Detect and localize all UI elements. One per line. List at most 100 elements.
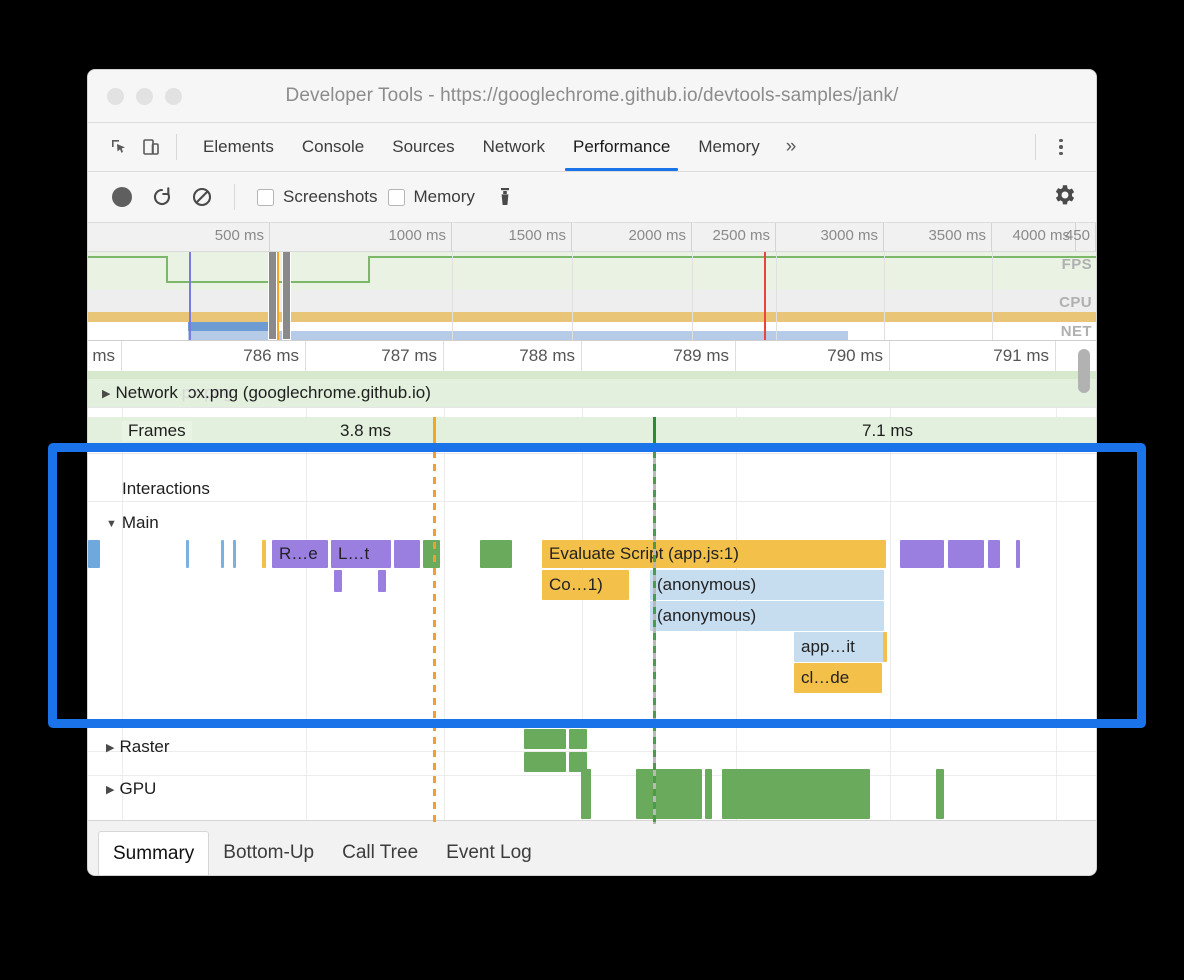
frames-row[interactable] (88, 417, 1096, 451)
flame-bar[interactable] (394, 540, 420, 568)
flame-bar[interactable] (233, 540, 236, 568)
window-title: Developer Tools - https://googlechrome.g… (285, 85, 899, 106)
gpu-bar[interactable] (936, 769, 944, 819)
flame-bar-anonymous-2[interactable]: (anonymous) (650, 601, 884, 631)
raster-bar[interactable] (569, 729, 587, 749)
flame-bar[interactable] (883, 632, 887, 662)
timeline-overview[interactable]: 500 ms 1000 ms 1500 ms 2000 ms 2500 ms 3… (88, 223, 1096, 341)
gpu-bar[interactable] (722, 769, 870, 819)
network-expand-arrow[interactable]: ▶ (102, 387, 110, 400)
flame-bar[interactable] (423, 540, 440, 568)
reload-and-record-icon[interactable] (142, 177, 182, 217)
minimize-button[interactable] (136, 87, 153, 105)
flame-bar[interactable] (221, 540, 224, 568)
detail-scrollbar-thumb[interactable] (1078, 349, 1090, 393)
timeline-detail[interactable]: ms 786 ms 787 ms 788 ms 789 ms 790 ms 79… (88, 341, 1096, 824)
main-collapse-arrow[interactable]: ▼ (106, 518, 117, 530)
toolbar-divider-2 (234, 184, 235, 210)
flame-bar[interactable] (900, 540, 944, 568)
row-label-frames[interactable]: Frames (122, 421, 192, 441)
flame-bar[interactable] (378, 570, 386, 592)
screenshots-checkbox-box[interactable] (257, 188, 274, 206)
devtools-window: Developer Tools - https://googlechrome.g… (88, 70, 1096, 875)
flame-bar[interactable] (480, 540, 512, 568)
gpu-expand-arrow[interactable]: ▶ (106, 783, 114, 796)
event-marker-orange (433, 451, 436, 824)
overview-lanes: FPS CPU NET (88, 252, 1096, 340)
zoom-button[interactable] (165, 87, 182, 105)
detail-tick-6: 791 ms (993, 346, 1049, 365)
kebab-menu-icon[interactable] (1048, 138, 1074, 156)
onload-marker (764, 252, 766, 340)
flame-bar-label: app…it (801, 637, 855, 656)
capture-settings-icon[interactable] (1052, 182, 1078, 213)
flame-bar[interactable] (186, 540, 189, 568)
flame-bar-anonymous-1[interactable]: (anonymous) (650, 570, 884, 600)
clear-recording-icon[interactable] (182, 177, 222, 217)
tab-bottom-up[interactable]: Bottom-Up (209, 831, 328, 875)
flame-bar[interactable] (88, 540, 100, 568)
fcp-marker (277, 252, 279, 340)
close-button[interactable] (107, 87, 124, 105)
row-label-network[interactable]: ▶ Network (102, 383, 180, 403)
frame-marker-green (653, 417, 656, 451)
detail-ruler: ms 786 ms 787 ms 788 ms 789 ms 790 ms 79… (88, 341, 1096, 372)
flame-bar-app-init[interactable]: app…it (794, 632, 884, 662)
detail-tick-2: 787 ms (381, 346, 437, 365)
network-row-band (88, 371, 1096, 379)
gpu-bar[interactable] (705, 769, 712, 819)
flame-bar-evaluate-script[interactable]: Evaluate Script (app.js:1) (542, 540, 886, 568)
event-marker-green (653, 451, 656, 824)
flame-bar[interactable] (262, 540, 266, 568)
overview-tick-2: 1500 ms (508, 227, 566, 244)
gpu-bar[interactable] (581, 769, 591, 819)
flame-bar[interactable] (1016, 540, 1020, 568)
raster-bar[interactable] (524, 752, 566, 772)
screenshots-checkbox[interactable]: Screenshots (257, 187, 378, 207)
tab-console[interactable]: Console (288, 123, 378, 171)
tab-event-log[interactable]: Event Log (432, 831, 546, 875)
flame-bar[interactable] (334, 570, 342, 592)
row-label-gpu[interactable]: ▶ GPU (106, 779, 156, 799)
flame-bar-classify-code[interactable]: cl…de (794, 663, 882, 693)
detail-tick-3: 788 ms (519, 346, 575, 365)
flame-bar-rendering-2[interactable]: L…t (331, 540, 391, 568)
toolbar-divider (176, 134, 177, 160)
raster-expand-arrow[interactable]: ▶ (106, 741, 114, 754)
tab-summary[interactable]: Summary (98, 830, 210, 875)
selection-handle-right[interactable] (282, 252, 291, 340)
raster-bar[interactable] (524, 729, 566, 749)
tab-call-tree[interactable]: Call Tree (328, 831, 432, 875)
flame-bar[interactable] (988, 540, 1000, 568)
device-toolbar-icon[interactable] (138, 134, 164, 160)
flame-bar-label: Evaluate Script (app.js:1) (549, 544, 739, 563)
memory-checkbox-box[interactable] (387, 188, 405, 206)
row-label-interactions[interactable]: Interactions (122, 479, 210, 499)
record-button[interactable] (102, 177, 142, 217)
network-label-text: Network (115, 383, 178, 402)
flame-bar-rendering-1[interactable]: R…e (272, 540, 328, 568)
row-label-raster[interactable]: ▶ Raster (106, 737, 170, 757)
frame-duration-2: 7.1 ms (862, 421, 914, 440)
inspect-element-icon[interactable] (106, 134, 132, 160)
tab-performance[interactable]: Performance (559, 123, 684, 171)
flame-bar[interactable] (948, 540, 984, 568)
flame-bar-label: Co…1) (549, 575, 603, 594)
trash-icon[interactable] (485, 177, 525, 217)
panel-tabs: Elements Console Sources Network Perform… (189, 123, 808, 171)
net-band (88, 322, 1096, 340)
drawer-tabs: Summary Bottom-Up Call Tree Event Log (88, 830, 546, 875)
row-label-main[interactable]: ▼ Main (106, 513, 159, 533)
tab-network[interactable]: Network (469, 123, 559, 171)
lane-label-fps: FPS (1061, 256, 1092, 273)
flame-bar-label: R…e (279, 544, 318, 563)
detail-tick-4: 789 ms (673, 346, 729, 365)
selection-handle-left[interactable] (268, 252, 277, 340)
tab-memory[interactable]: Memory (684, 123, 773, 171)
flame-bar-compile[interactable]: Co…1) (542, 570, 629, 600)
more-tabs-icon[interactable]: » (774, 136, 809, 158)
tab-sources[interactable]: Sources (378, 123, 468, 171)
tab-elements[interactable]: Elements (189, 123, 288, 171)
memory-checkbox[interactable]: Memory (387, 187, 475, 207)
gpu-bar[interactable] (636, 769, 702, 819)
